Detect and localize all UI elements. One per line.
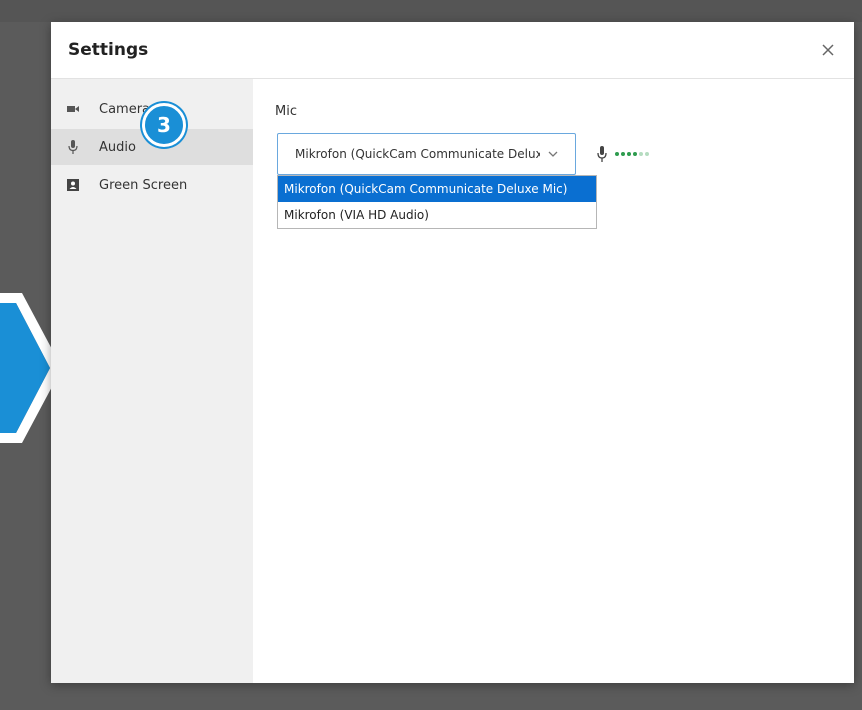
mic-label: Mic [275, 104, 297, 119]
microphone-icon [66, 140, 80, 154]
camera-icon [66, 102, 80, 116]
level-dot [615, 152, 619, 156]
portrait-icon [66, 178, 80, 192]
sidebar-item-label: Camera [99, 101, 151, 117]
dialog-header: Settings [51, 22, 854, 79]
background-window [0, 0, 862, 22]
level-dot [645, 152, 649, 156]
mic-option-via-hd[interactable]: Mikrofon (VIA HD Audio) [278, 202, 596, 228]
mic-select[interactable]: Mikrofon (QuickCam Communicate Deluxe Mi… [277, 133, 576, 175]
settings-sidebar: Camera Audio Green Screen [51, 79, 253, 683]
level-dot [633, 152, 637, 156]
sidebar-item-label: Audio [99, 139, 136, 155]
dialog-title: Settings [68, 40, 149, 60]
close-icon [822, 44, 834, 56]
level-dot [627, 152, 631, 156]
step-number-badge: 3 [142, 103, 186, 147]
sidebar-item-green-screen[interactable]: Green Screen [51, 167, 253, 203]
mic-dropdown-list: Mikrofon (QuickCam Communicate Deluxe Mi… [277, 175, 597, 229]
sidebar-item-label: Green Screen [99, 177, 188, 193]
level-dot [639, 152, 643, 156]
mic-level-indicator [597, 146, 651, 162]
level-dot [621, 152, 625, 156]
close-button[interactable] [816, 38, 840, 62]
microphone-icon [597, 146, 607, 162]
mic-select-value: Mikrofon (QuickCam Communicate Deluxe Mi… [295, 147, 540, 161]
chevron-down-icon [548, 151, 558, 157]
mic-option-quickcam[interactable]: Mikrofon (QuickCam Communicate Deluxe Mi… [278, 176, 596, 202]
